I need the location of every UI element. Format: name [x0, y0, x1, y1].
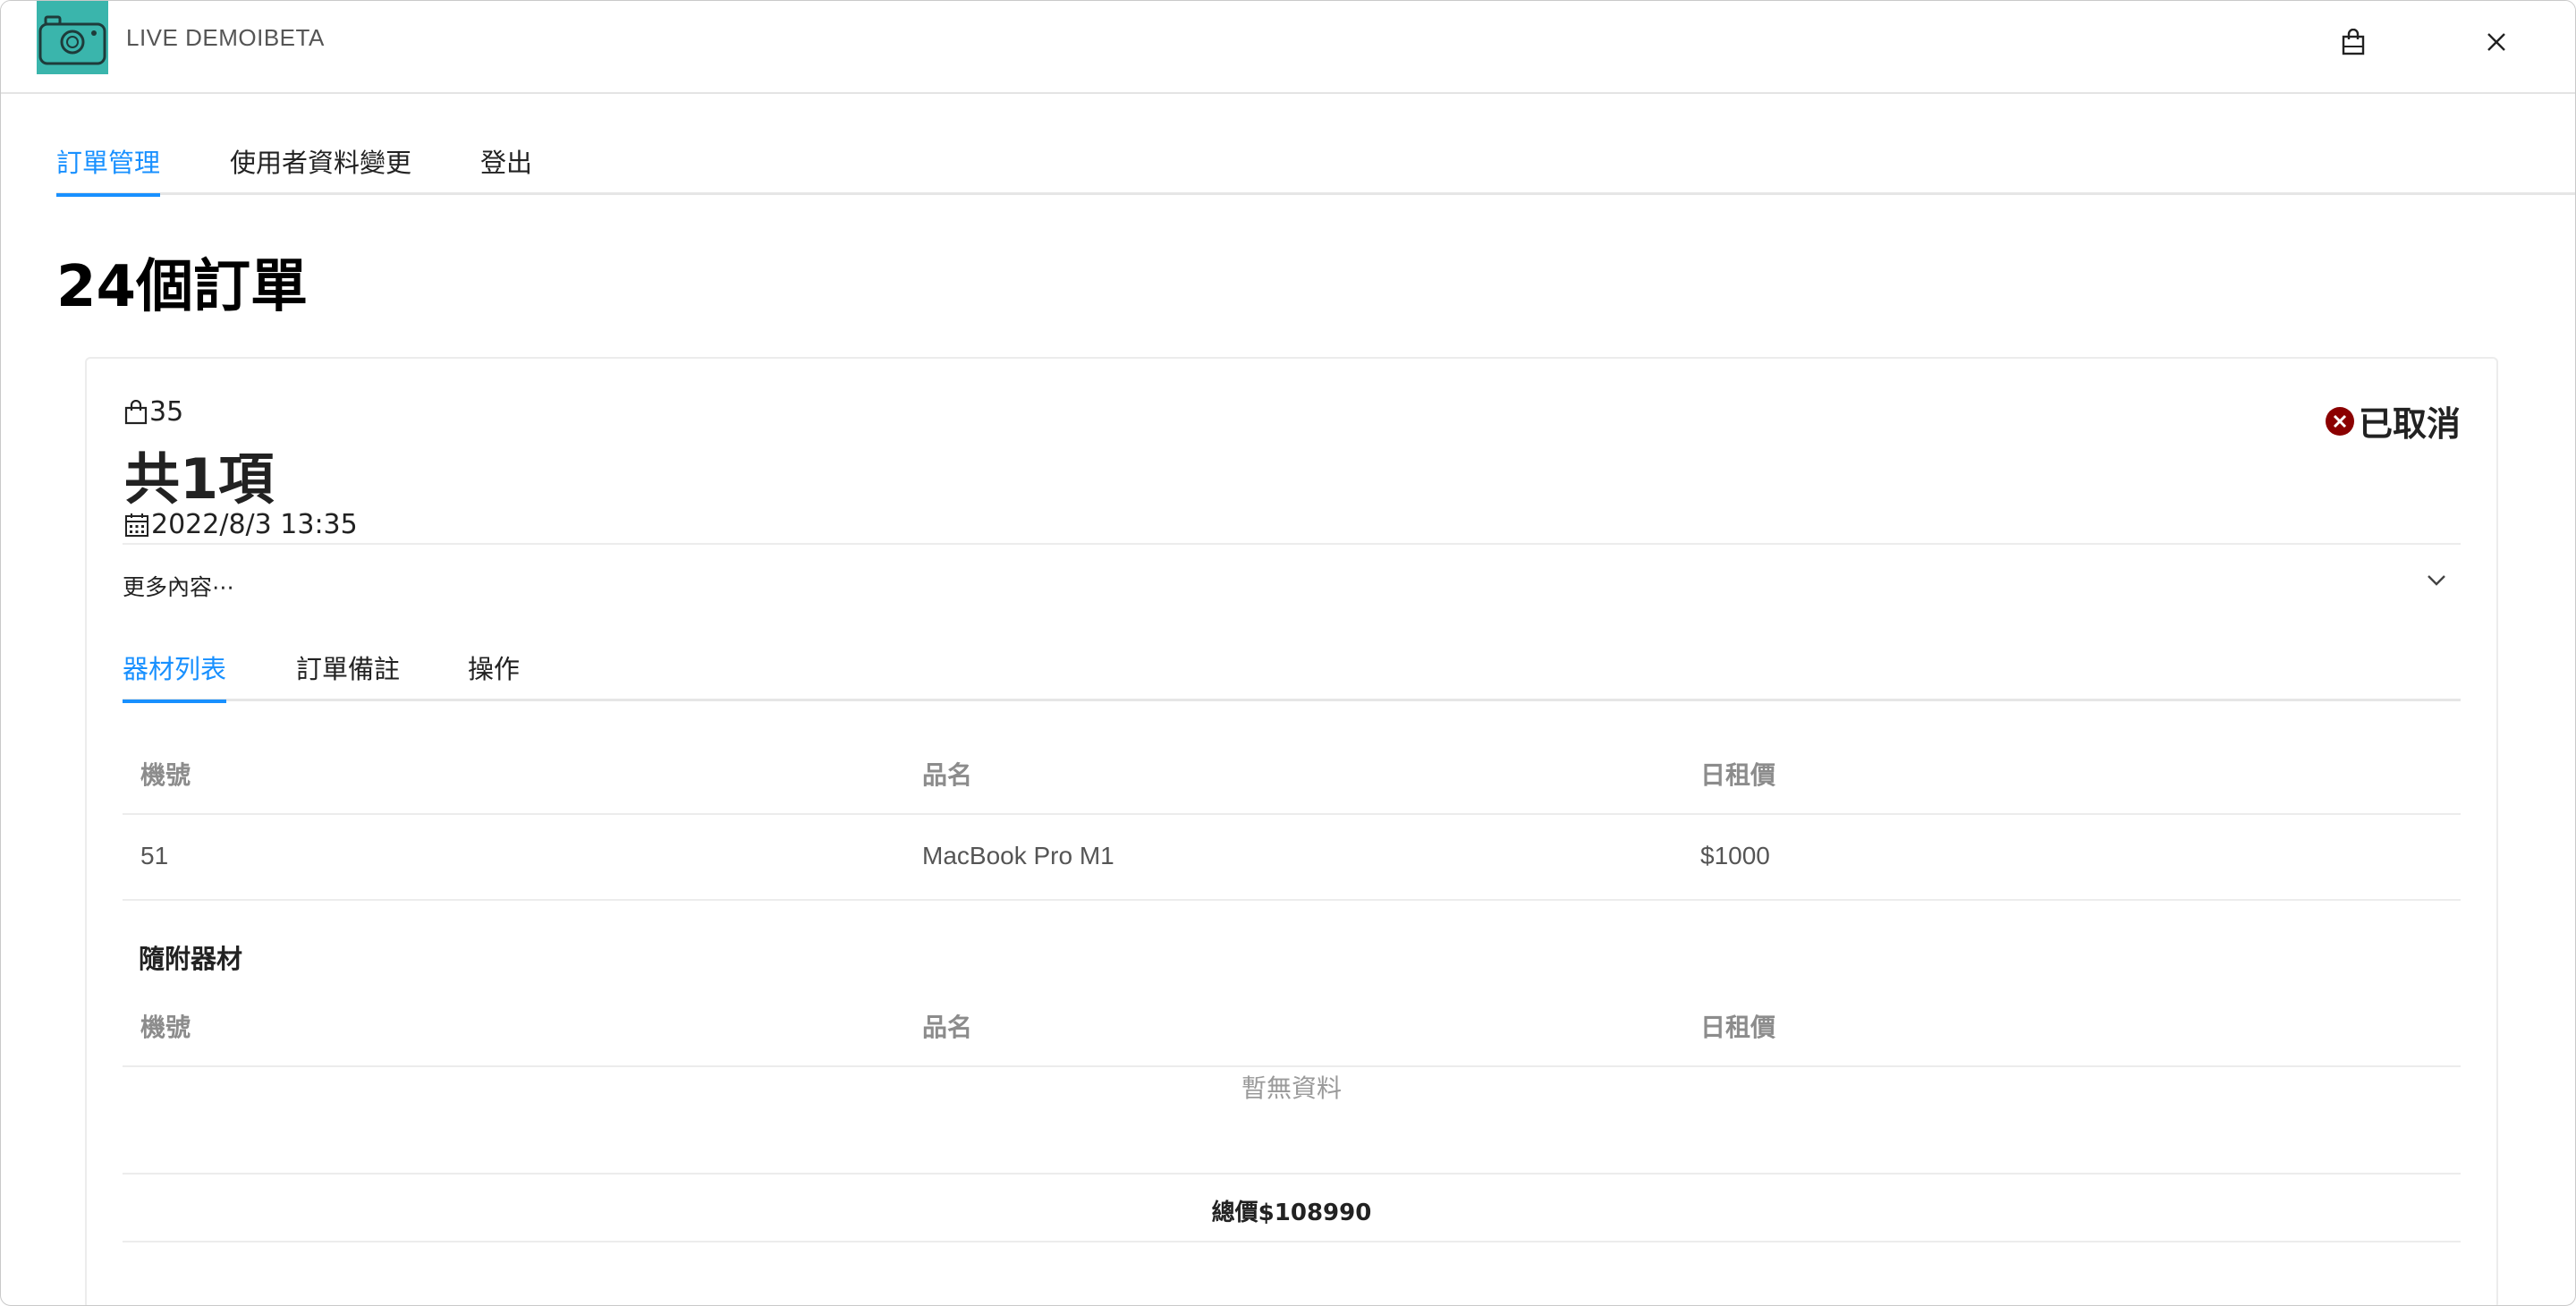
tab-order-management[interactable]: 訂單管理: [56, 142, 161, 197]
calendar-icon: [124, 513, 149, 538]
order-id: 35: [124, 396, 183, 428]
status-text: 已取消: [2358, 404, 2461, 444]
col-header-name: 品名: [922, 1013, 973, 1042]
cancel-circle-icon: [2325, 406, 2355, 437]
main-tabs: 訂單管理 使用者資料變更 登出: [56, 135, 2575, 197]
cell-id: 51: [140, 842, 169, 869]
order-card: 35 共1項 2022/8/3 13:35 已取消 更多內容⋯ 器材列表 訂單備…: [85, 357, 2498, 1305]
order-date-value: 2022/8/3 13:35: [151, 509, 358, 540]
accessories-title: 隨附器材: [139, 944, 243, 974]
status-badge: 已取消: [2325, 396, 2461, 445]
bag-icon: [124, 399, 148, 425]
empty-row: [123, 1065, 2461, 1175]
order-id-value: 35: [149, 396, 184, 428]
equipment-table-header: 機號 品名 日租價: [123, 727, 2461, 815]
cell-price: $1000: [1700, 842, 1770, 869]
tab-order-notes[interactable]: 訂單備註: [296, 649, 400, 700]
more-content-toggle[interactable]: 更多內容⋯: [123, 545, 2461, 623]
total-row: 總價$108990: [123, 1176, 2461, 1242]
col-header-price: 日租價: [1700, 760, 1776, 790]
chevron-down-icon: [2427, 573, 2446, 590]
more-content-label: 更多內容⋯: [123, 574, 235, 600]
total-price: 總價$108990: [1211, 1200, 1372, 1226]
shopping-bag-icon[interactable]: [2335, 24, 2371, 60]
col-header-id: 機號: [140, 760, 191, 790]
order-date: 2022/8/3 13:35: [124, 509, 358, 540]
page-title: 24個訂單: [56, 254, 309, 320]
item-count: 共1項: [124, 446, 275, 512]
order-sub-tabs: 器材列表 訂單備註 操作: [123, 641, 2461, 703]
close-icon[interactable]: [2479, 24, 2514, 60]
cell-name: MacBook Pro M1: [922, 842, 1114, 869]
tab-profile-edit[interactable]: 使用者資料變更: [230, 142, 411, 194]
accessories-table-header: 機號 品名 日租價: [123, 983, 2461, 1067]
col-header-id: 機號: [140, 1013, 191, 1042]
app-window: LIVE DEMOIBETA 訂單管理 使用者資料變更 登出 24個訂單 35 …: [0, 0, 2576, 1306]
camera-logo-icon[interactable]: [37, 1, 108, 74]
table-row: 51 MacBook Pro M1 $1000: [123, 815, 2461, 901]
tab-logout[interactable]: 登出: [480, 142, 532, 194]
app-header: LIVE DEMOIBETA: [1, 1, 2575, 94]
app-title: LIVE DEMOIBETA: [126, 24, 325, 51]
tab-equipment-list[interactable]: 器材列表: [123, 649, 227, 703]
col-header-price: 日租價: [1700, 1013, 1776, 1042]
col-header-name: 品名: [922, 760, 973, 790]
tab-actions[interactable]: 操作: [468, 649, 520, 700]
